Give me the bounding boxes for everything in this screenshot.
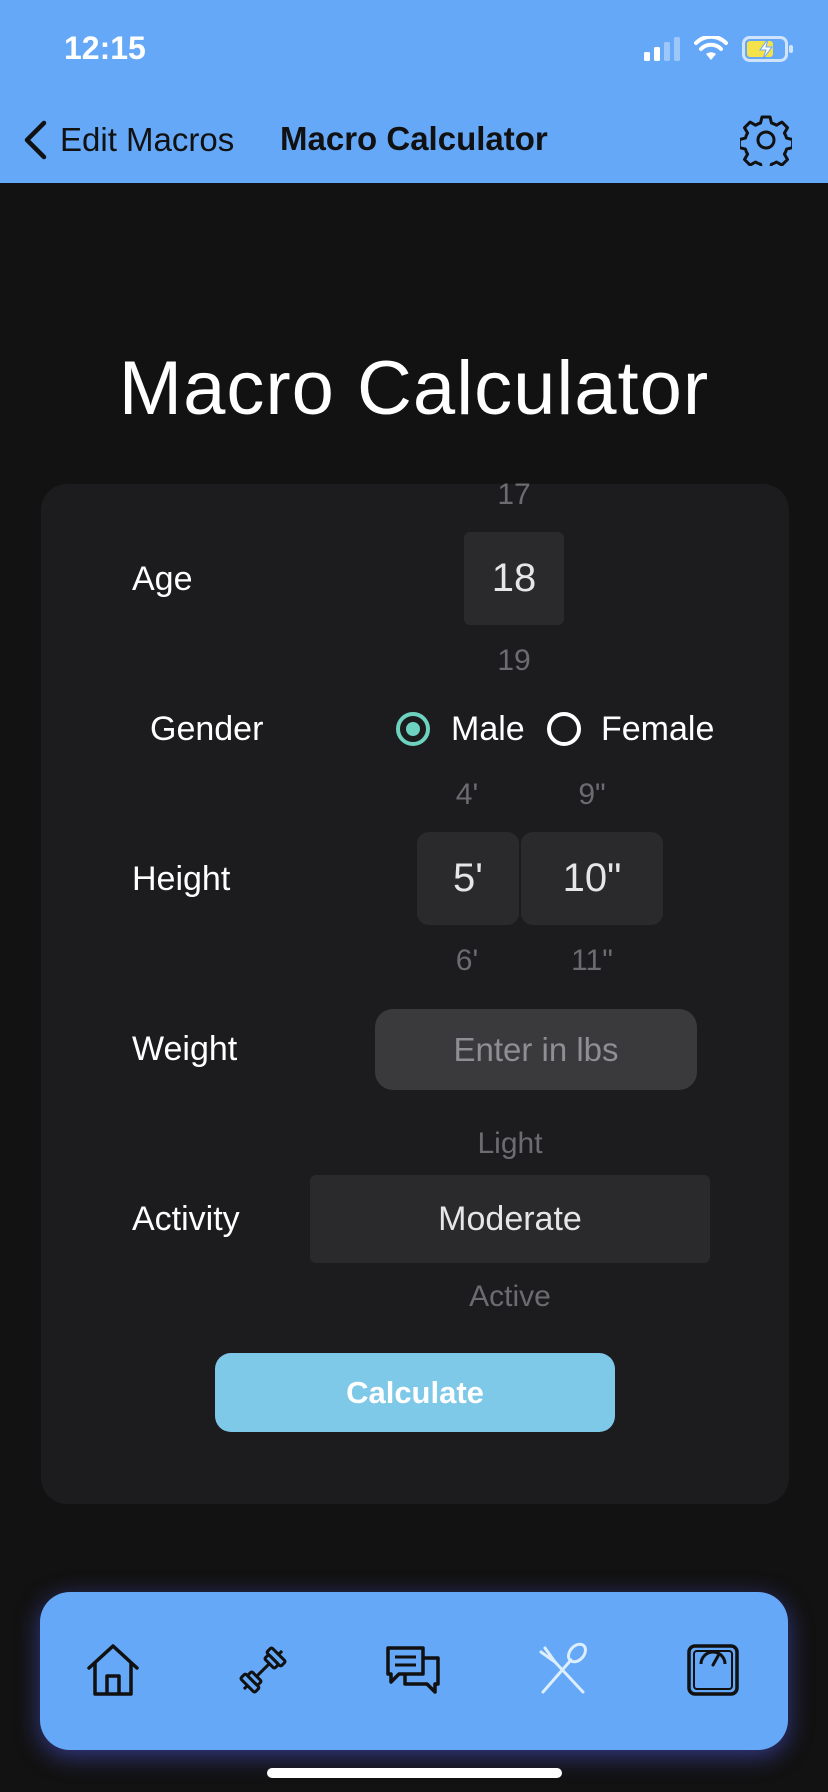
- tab-bar: [40, 1592, 788, 1750]
- bathroom-scale-icon[interactable]: [683, 1640, 743, 1700]
- feet-picker-selected[interactable]: 5': [417, 832, 519, 925]
- inches-picker-selected[interactable]: 10": [521, 832, 663, 925]
- age-picker-selected[interactable]: 18: [464, 532, 564, 625]
- back-button[interactable]: Edit Macros: [22, 118, 234, 162]
- calculate-button[interactable]: Calculate: [215, 1353, 615, 1432]
- activity-picker-next[interactable]: Active: [310, 1280, 710, 1314]
- utensils-icon[interactable]: [533, 1640, 593, 1700]
- top-bar: 12:15 Edit Macros Macro Calculator: [0, 0, 828, 183]
- male-radio-label[interactable]: Male: [451, 710, 525, 749]
- nav-title: Macro Calculator: [280, 120, 548, 157]
- page-title: Macro Calculator: [118, 346, 710, 431]
- female-radio-label[interactable]: Female: [601, 710, 714, 749]
- battery-charging-icon: [742, 36, 793, 62]
- inches-picker-next[interactable]: 11": [521, 944, 663, 978]
- inches-picker-prev[interactable]: 9": [521, 778, 663, 812]
- wifi-icon: [694, 36, 728, 60]
- activity-label: Activity: [132, 1200, 240, 1238]
- settings-gear-icon[interactable]: [740, 114, 792, 166]
- chevron-left-icon: [24, 120, 47, 160]
- back-label: Edit Macros: [60, 121, 235, 158]
- feet-picker-next[interactable]: 6': [417, 944, 517, 978]
- cellular-signal-icon: [644, 37, 680, 61]
- male-radio[interactable]: [396, 712, 430, 746]
- home-indicator[interactable]: [267, 1768, 562, 1778]
- status-icons: [644, 34, 794, 64]
- status-time: 12:15: [64, 30, 146, 66]
- female-radio[interactable]: [547, 712, 581, 746]
- home-icon[interactable]: [83, 1640, 143, 1700]
- activity-picker-prev[interactable]: Light: [310, 1127, 710, 1161]
- feet-picker-prev[interactable]: 4': [417, 778, 517, 812]
- age-picker-prev[interactable]: 17: [464, 478, 564, 512]
- dumbbell-icon[interactable]: [233, 1640, 293, 1700]
- chat-icon[interactable]: [383, 1640, 443, 1700]
- activity-picker-selected[interactable]: Moderate: [310, 1175, 710, 1263]
- height-label: Height: [132, 860, 231, 898]
- age-picker-next[interactable]: 19: [464, 644, 564, 678]
- calculator-card: [41, 484, 789, 1504]
- age-label: Age: [132, 560, 193, 598]
- gender-label: Gender: [150, 710, 264, 748]
- weight-label: Weight: [132, 1030, 238, 1068]
- weight-input[interactable]: [375, 1009, 697, 1090]
